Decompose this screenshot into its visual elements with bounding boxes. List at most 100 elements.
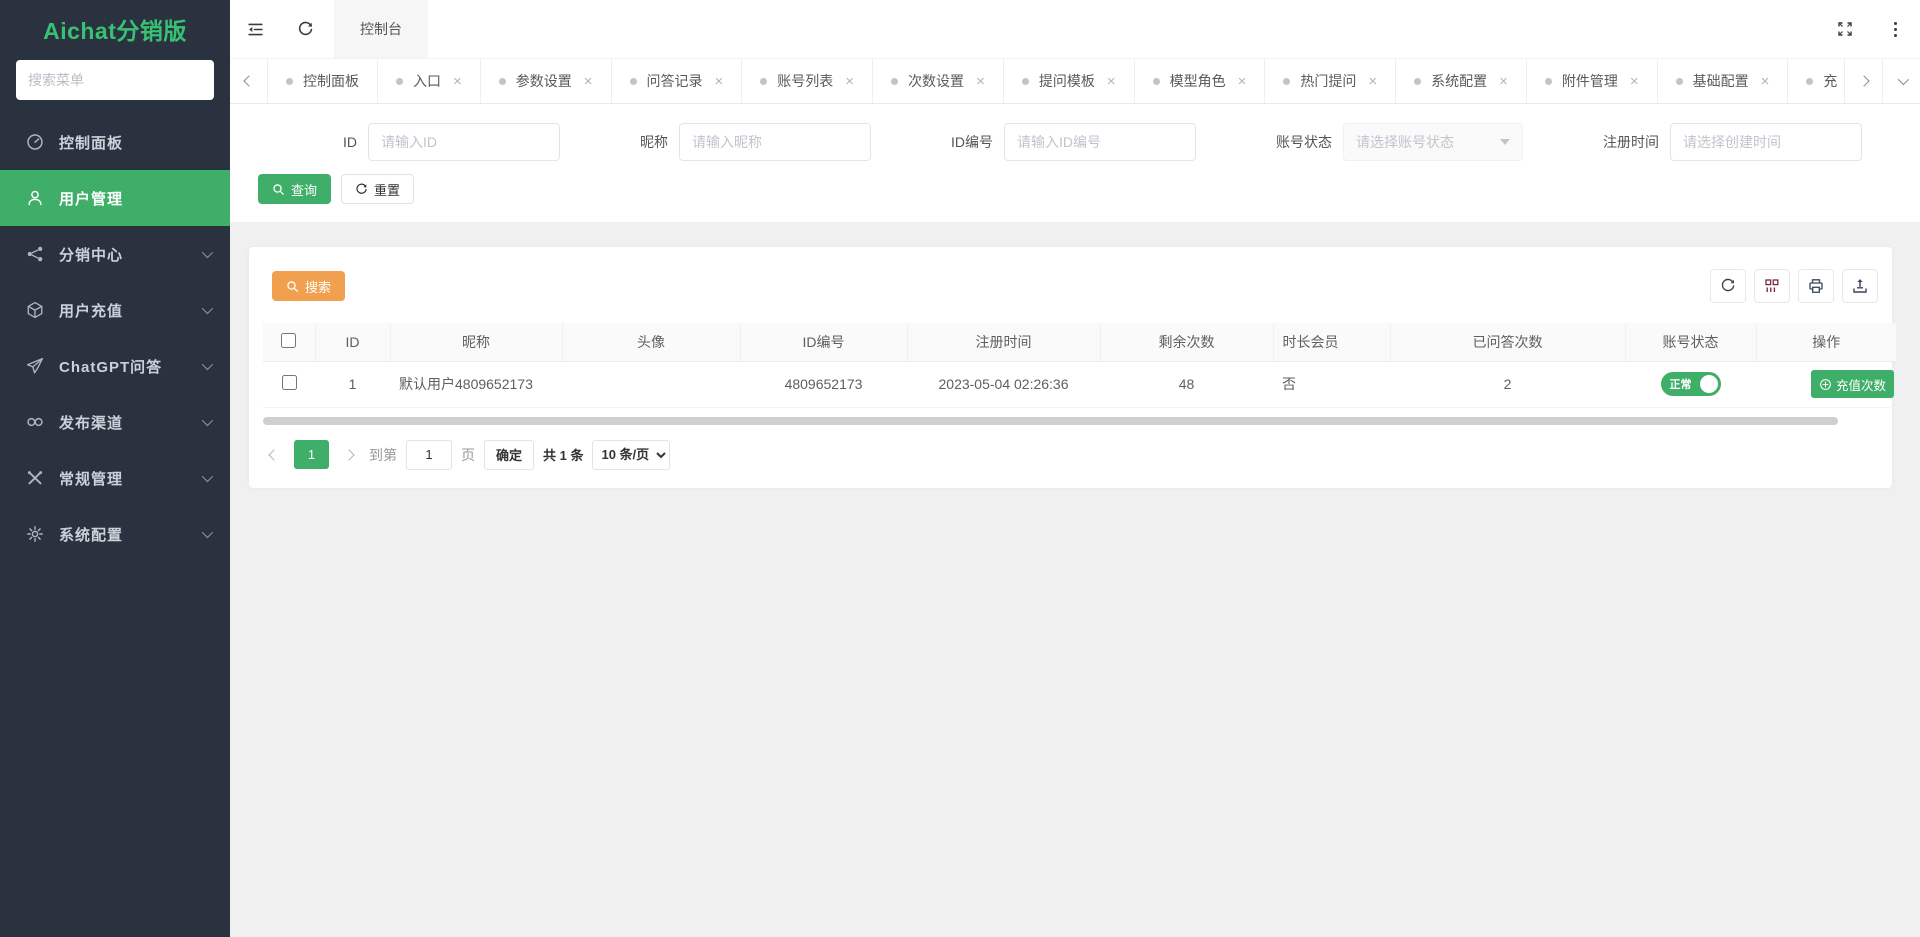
chevron-right-icon: [1858, 75, 1869, 86]
dashboard-icon: [26, 133, 44, 151]
table-refresh-button[interactable]: [1710, 269, 1746, 303]
sidebar-item-user-recharge[interactable]: 用户充值: [0, 282, 230, 338]
table-search-label: 搜索: [305, 277, 331, 296]
user-icon: [26, 189, 44, 207]
col-header-avatar: 头像: [562, 323, 740, 361]
close-icon[interactable]: ×: [1368, 74, 1377, 89]
tab-dot-icon: [891, 78, 898, 85]
reset-button[interactable]: 重置: [341, 174, 414, 204]
select-all-checkbox[interactable]: [281, 333, 296, 348]
export-button[interactable]: [1842, 269, 1878, 303]
tab-label: 参数设置: [516, 71, 572, 91]
tab-item[interactable]: 入口×: [378, 59, 481, 103]
close-icon[interactable]: ×: [845, 74, 854, 89]
horizontal-scrollbar[interactable]: [263, 417, 1838, 425]
next-page-button[interactable]: [338, 451, 360, 459]
close-icon[interactable]: ×: [1630, 74, 1639, 89]
tab-item[interactable]: 充: [1788, 59, 1844, 103]
sidebar-item-publish-channels[interactable]: 发布渠道: [0, 394, 230, 450]
toggle-knob: [1700, 375, 1718, 393]
tab-dot-icon: [1153, 78, 1160, 85]
menu-search-input[interactable]: [16, 60, 214, 100]
close-icon[interactable]: ×: [584, 74, 593, 89]
refresh-page-button[interactable]: [280, 0, 330, 58]
filter-status-select[interactable]: 请选择账号状态: [1343, 123, 1523, 161]
panel-toolbar: 搜索: [263, 269, 1878, 303]
goto-page-input[interactable]: [406, 440, 452, 470]
close-icon[interactable]: ×: [1107, 74, 1116, 89]
filter-regtime-input[interactable]: [1670, 123, 1862, 161]
query-button[interactable]: 查询: [258, 174, 331, 204]
sidebar-item-general-management[interactable]: 常规管理: [0, 450, 230, 506]
tab-item[interactable]: 提问模板×: [1004, 59, 1135, 103]
dropdown-arrow-icon: [1500, 139, 1510, 145]
close-icon[interactable]: ×: [1238, 74, 1247, 89]
tab-item[interactable]: 问答记录×: [612, 59, 743, 103]
tab-label: 账号列表: [777, 71, 833, 91]
close-icon[interactable]: ×: [715, 74, 724, 89]
tab-item[interactable]: 次数设置×: [873, 59, 1004, 103]
table-header-row: ID 昵称 头像 ID编号 注册时间 剩余次数 时长会员 已问答次数 账号状态 …: [263, 323, 1896, 361]
filter-id-label: ID: [343, 134, 357, 150]
page-size-select[interactable]: 10 条/页: [592, 440, 670, 470]
indent-toggle-icon: [247, 21, 264, 38]
cell-regtime: 2023-05-04 02:26:36: [907, 361, 1100, 407]
close-icon[interactable]: ×: [1499, 74, 1508, 89]
goto-suffix-label: 页: [461, 445, 475, 465]
goto-prefix-label: 到第: [369, 445, 397, 465]
row-checkbox[interactable]: [282, 375, 297, 390]
tab-item[interactable]: 账号列表 ×: [742, 59, 873, 103]
print-button[interactable]: [1798, 269, 1834, 303]
sidebar-item-label: 用户充值: [59, 300, 123, 321]
fullscreen-button[interactable]: [1820, 0, 1870, 58]
filter-status-label: 账号状态: [1276, 132, 1332, 152]
prev-page-button[interactable]: [263, 451, 285, 459]
filter-idno-input[interactable]: [1004, 123, 1196, 161]
tab-dot-icon: [1414, 78, 1421, 85]
sidebar-item-dashboard[interactable]: 控制面板: [0, 114, 230, 170]
columns-icon: [1764, 278, 1780, 294]
app-root: Aichat分销版 控制面板 用户管理 分销中心: [0, 0, 1920, 937]
tab-dot-icon: [760, 78, 767, 85]
more-menu-button[interactable]: [1870, 0, 1920, 58]
app-logo: Aichat分销版: [0, 0, 230, 58]
data-panel: 搜索: [249, 247, 1892, 488]
filter-id-input[interactable]: [368, 123, 560, 161]
goto-confirm-button[interactable]: 确定: [484, 440, 534, 470]
sidebar-item-system-config[interactable]: 系统配置: [0, 506, 230, 562]
tab-dot-icon: [1545, 78, 1552, 85]
sidebar-item-user-management[interactable]: 用户管理: [0, 170, 230, 226]
close-icon[interactable]: ×: [976, 74, 985, 89]
chevron-left-icon: [243, 75, 254, 86]
filter-regtime-label: 注册时间: [1603, 132, 1659, 152]
table-columns-button[interactable]: [1754, 269, 1790, 303]
tab-item[interactable]: 控制面板: [268, 59, 378, 103]
close-icon[interactable]: ×: [1761, 74, 1770, 89]
recharge-times-label: 充值次数: [1836, 375, 1886, 394]
sidebar-toggle-button[interactable]: [230, 0, 280, 58]
recharge-times-button[interactable]: 充值次数: [1811, 370, 1894, 398]
tab-item[interactable]: 系统配置×: [1396, 59, 1527, 103]
topbar-console-tab[interactable]: 控制台: [334, 0, 428, 58]
tab-item[interactable]: 基础配置×: [1658, 59, 1789, 103]
filter-nickname-input[interactable]: [679, 123, 871, 161]
sidebar-item-chatgpt-qa[interactable]: ChatGPT问答: [0, 338, 230, 394]
chevron-down-icon: [1897, 74, 1908, 85]
export-icon: [1852, 278, 1868, 294]
page-number-button[interactable]: 1: [294, 440, 329, 469]
tabs-scroll-left-button[interactable]: [230, 59, 268, 103]
tab-item[interactable]: 参数设置 ×: [481, 59, 612, 103]
tab-item[interactable]: 模型角色×: [1135, 59, 1266, 103]
tab-dot-icon: [1283, 78, 1290, 85]
table-search-button[interactable]: 搜索: [272, 271, 345, 301]
close-icon[interactable]: ×: [453, 74, 462, 89]
tools-icon: [26, 469, 44, 487]
tabs-scroll-right-button[interactable]: [1844, 59, 1882, 103]
status-toggle[interactable]: 正常: [1661, 372, 1721, 396]
tab-item[interactable]: 附件管理×: [1527, 59, 1658, 103]
tabs-dropdown-button[interactable]: [1882, 59, 1920, 103]
tab-item[interactable]: 热门提问×: [1265, 59, 1396, 103]
sidebar-item-distribution-center[interactable]: 分销中心: [0, 226, 230, 282]
chevron-down-icon: [202, 247, 213, 258]
col-header-actions: 操作: [1756, 323, 1896, 361]
